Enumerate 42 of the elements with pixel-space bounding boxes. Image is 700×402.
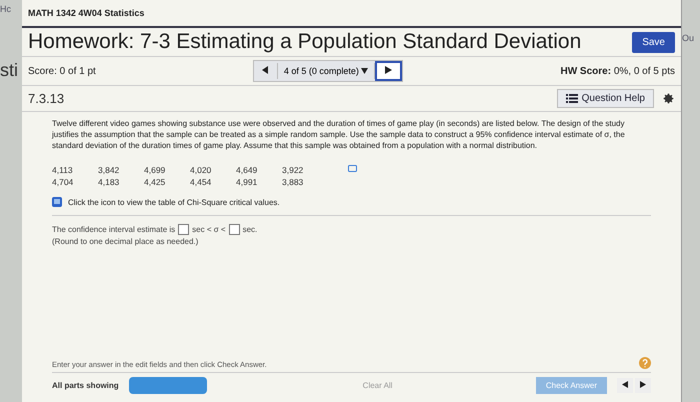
data-value: 4,991: [236, 177, 258, 187]
save-button[interactable]: Save: [632, 32, 675, 52]
data-value: 3,883: [282, 177, 304, 187]
data-value: 4,183: [98, 177, 120, 187]
question-text: Twelve different video games showing substance use were observed and the duration of times of game play (in seconds) are listed below. The design of the study justifies the assumption that the sample can be treated as a simple random sample. Use the sample data to construct a 95% confidence interval estimate of σ, the standard deviation of the duration times of game play. Assume that this sample was obtained from a population with a normal distribution.: [52, 118, 626, 151]
next-button[interactable]: [375, 61, 402, 81]
table-link-text: Click the icon to view the table of Chi-Square critical values.: [68, 198, 280, 206]
left-triangle-icon: [262, 66, 269, 74]
list-icon: [566, 94, 578, 103]
right-triangle-icon: [640, 381, 646, 388]
data-value: 4,113: [52, 165, 74, 175]
settings-icon[interactable]: [662, 92, 675, 105]
question-number: 7.3.13: [28, 91, 64, 106]
data-value: 3,842: [98, 165, 120, 175]
data-value: 4,699: [144, 165, 166, 175]
homework-title: Homework: 7-3 Estimating a Population Standard Deviation: [28, 30, 582, 54]
question-help-button[interactable]: Question Help: [556, 89, 654, 108]
question-dropdown[interactable]: 4 of 5 (0 complete): [276, 63, 376, 79]
data-value: 4,020: [190, 165, 212, 175]
data-value: 4,649: [236, 165, 258, 175]
rounding-note: (Round to one decimal place as needed.): [52, 237, 200, 246]
caret-icon: [361, 68, 368, 74]
background-text: Ou: [682, 33, 694, 43]
data-value: 4,454: [190, 177, 212, 187]
left-triangle-icon: [622, 381, 628, 388]
background-text: Hc: [0, 4, 12, 14]
right-triangle-icon: [385, 66, 392, 74]
lower-bound-field[interactable]: [178, 224, 190, 235]
answer-prompt: The confidence interval estimate is: [52, 225, 176, 234]
background-text: sti: [0, 60, 19, 81]
course-title: MATH 1342 4W04 Statistics: [22, 0, 681, 28]
parts-label: All parts showing: [52, 381, 119, 390]
hw-score: HW Score: 0%, 0 of 5 pts: [560, 66, 675, 76]
answer-unit: sec < σ <: [192, 225, 226, 234]
data-value: 4,425: [144, 177, 166, 187]
answer-unit: sec.: [242, 225, 258, 234]
previous-button[interactable]: [617, 378, 633, 393]
data-value: 4,704: [52, 177, 74, 187]
score-text: Score: 0 of 1 pt: [28, 66, 96, 76]
data-value: 3,922: [282, 165, 304, 175]
next-button[interactable]: [635, 378, 651, 393]
upper-bound-field[interactable]: [228, 224, 240, 235]
